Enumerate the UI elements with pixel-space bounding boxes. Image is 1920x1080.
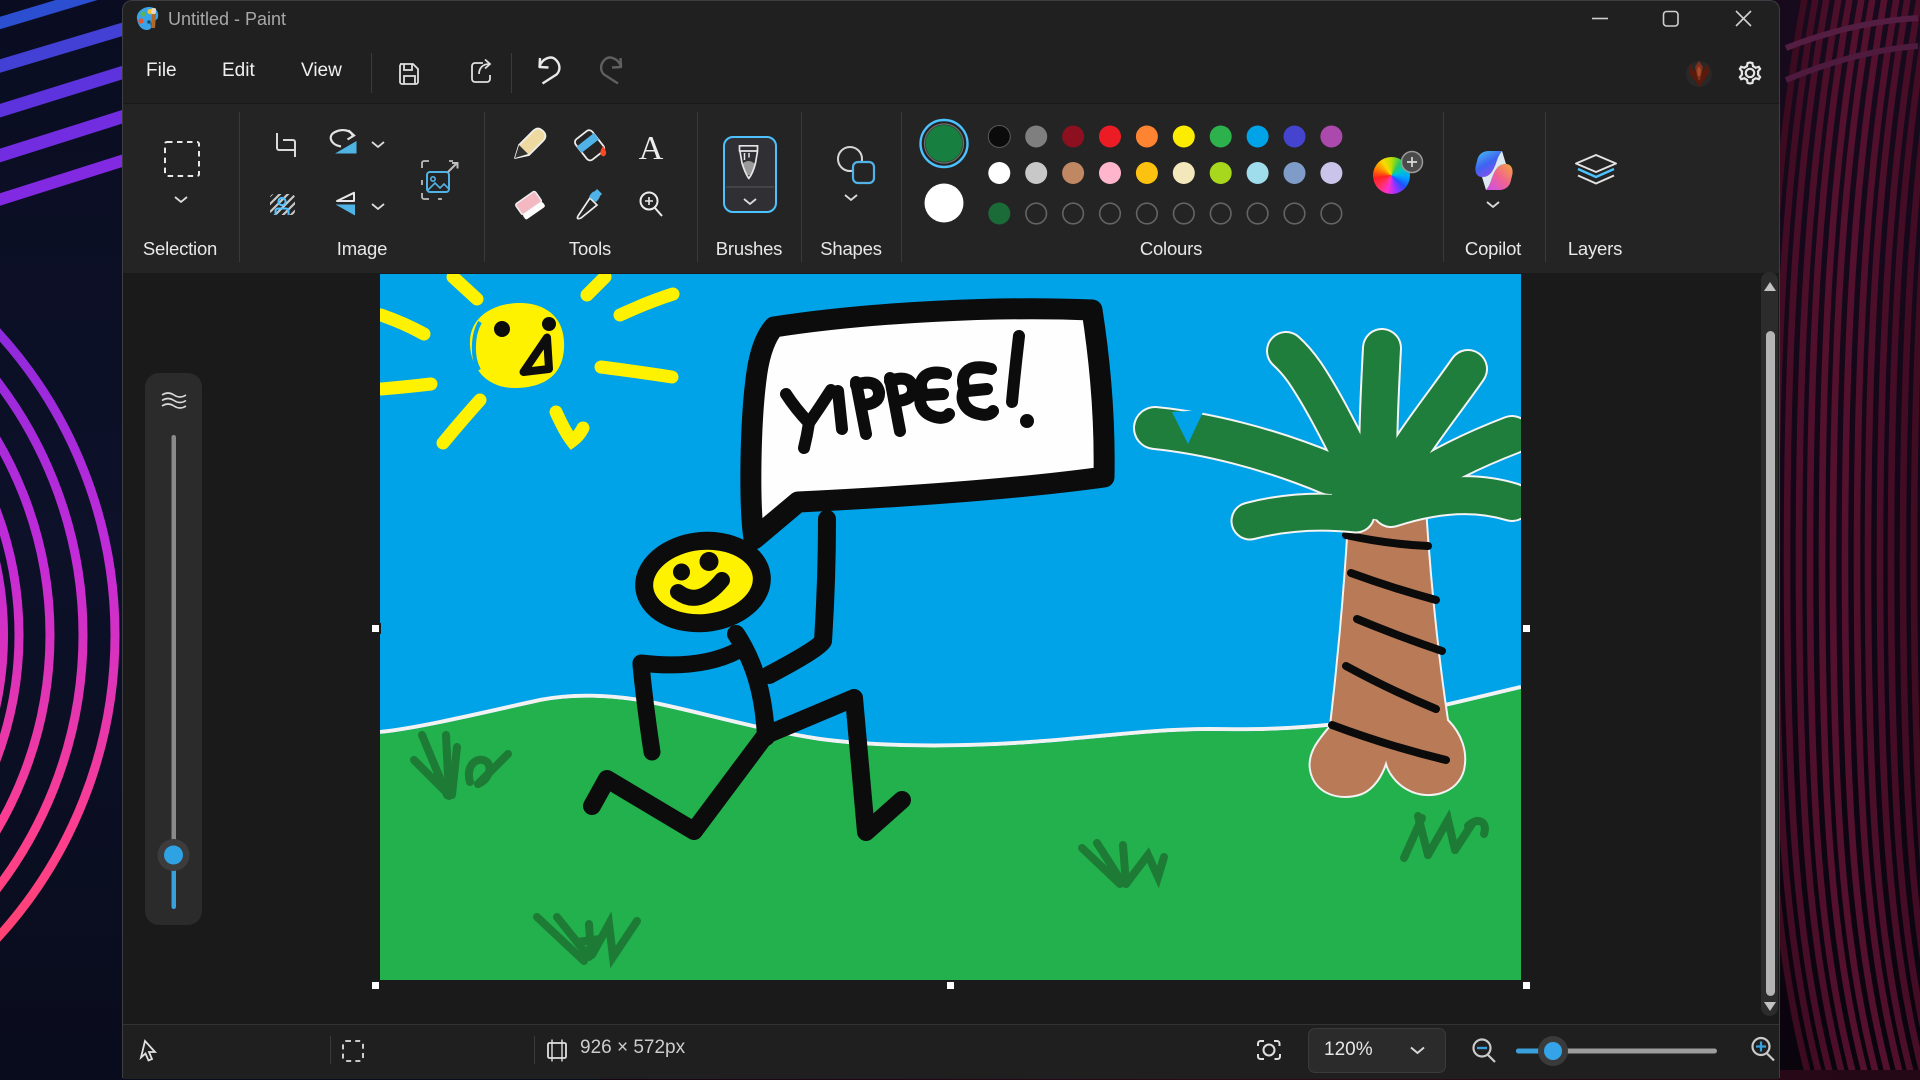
svg-text:A: A bbox=[639, 130, 664, 167]
